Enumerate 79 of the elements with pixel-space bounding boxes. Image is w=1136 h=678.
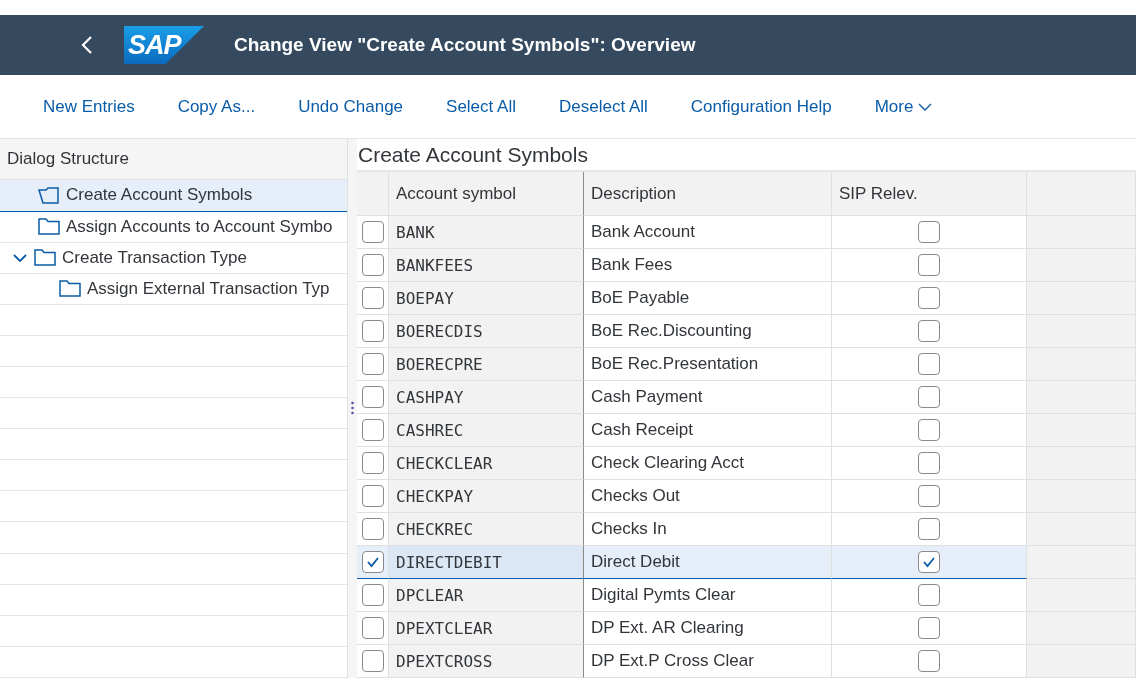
table-cell: Checks Out: [584, 480, 832, 513]
toolbar-button[interactable]: Configuration Help: [690, 96, 832, 117]
checkbox[interactable]: [918, 650, 940, 672]
checkbox[interactable]: [918, 518, 940, 540]
checkbox[interactable]: [918, 452, 940, 474]
logo: SAP: [124, 26, 204, 64]
row-selector-checkbox[interactable]: [361, 650, 384, 672]
table-cell: BoE Rec.Presentation: [584, 348, 832, 381]
more-button[interactable]: More: [874, 96, 933, 117]
row-selector-checkbox[interactable]: [361, 584, 384, 606]
row-selector-checkbox[interactable]: [361, 452, 384, 474]
table-cell: Bank Account: [584, 216, 832, 249]
table-cell: CHECKCLEAR: [389, 447, 584, 480]
column-header: Account symbol: [389, 172, 584, 216]
row-selector-checkbox[interactable]: [361, 617, 384, 639]
table-cell: BANK: [389, 216, 584, 249]
checkbox[interactable]: [918, 419, 940, 441]
checkbox[interactable]: [918, 551, 940, 573]
checkbox[interactable]: [918, 386, 940, 408]
table-cell: Cash Payment: [584, 381, 832, 414]
row-selector-checkbox[interactable]: [361, 551, 384, 573]
table-cell: BoE Payable: [584, 282, 832, 315]
chevron-down-icon: [918, 102, 933, 111]
row-selector-checkbox[interactable]: [361, 287, 384, 309]
checkbox[interactable]: [918, 353, 940, 375]
row-selector-checkbox[interactable]: [361, 320, 384, 342]
toolbar-button[interactable]: Select All: [446, 96, 516, 117]
table-cell: BANKFEES: [389, 249, 584, 282]
table-cell: Cash Receipt: [584, 414, 832, 447]
panel-title: Dialog Structure: [0, 139, 347, 181]
table-cell: DP Ext. AR Clearing: [584, 612, 832, 645]
row-selector-checkbox[interactable]: [361, 485, 384, 507]
toolbar-button[interactable]: Undo Change: [298, 96, 404, 117]
table-cell: CHECKREC: [389, 513, 584, 546]
checkbox[interactable]: [918, 221, 940, 243]
checkbox[interactable]: [918, 320, 940, 342]
checkbox[interactable]: [918, 254, 940, 276]
table-cell: Check Clearing Acct: [584, 447, 832, 480]
grip-icon: [351, 400, 354, 417]
checkmark-icon: [922, 555, 936, 569]
checkbox[interactable]: [918, 584, 940, 606]
table-cell: CHECKPAY: [389, 480, 584, 513]
toolbar-button[interactable]: Copy As...: [177, 96, 256, 117]
table-cell: BOERECPRE: [389, 348, 584, 381]
chevron-down-icon[interactable]: [12, 252, 28, 263]
page-title: Change View "Create Account Symbols": Overview: [234, 34, 696, 56]
toolbar-button[interactable]: Deselect All: [559, 96, 648, 117]
table-cell: Direct Debit: [584, 546, 832, 579]
table-cell: Bank Fees: [584, 249, 832, 282]
row-selector-checkbox[interactable]: [361, 386, 384, 408]
toolbar-button[interactable]: New Entries: [43, 96, 135, 117]
table-cell: DP Ext.P Cross Clear: [584, 645, 832, 678]
checkbox[interactable]: [918, 617, 940, 639]
table-cell: Digital Pymts Clear: [584, 579, 832, 612]
row-selector-checkbox[interactable]: [361, 221, 384, 243]
open-folder-icon: [38, 187, 60, 204]
table-cell: DPEXTCROSS: [389, 645, 584, 678]
table-cell: BoE Rec.Discounting: [584, 315, 832, 348]
column-header: Description: [584, 172, 832, 216]
column-header: SIP Relev.: [832, 172, 1027, 216]
table-cell: BOEPAY: [389, 282, 584, 315]
row-selector-checkbox[interactable]: [361, 353, 384, 375]
table-cell: DPEXTCLEAR: [389, 612, 584, 645]
table-cell: DIRECTDEBIT: [389, 546, 584, 579]
checkbox[interactable]: [918, 287, 940, 309]
row-selector-checkbox[interactable]: [361, 419, 384, 441]
folder-icon: [38, 218, 60, 236]
table-cell: BOERECDIS: [389, 315, 584, 348]
checkbox[interactable]: [918, 485, 940, 507]
folder-icon: [59, 280, 81, 298]
checkmark-icon: [365, 555, 380, 569]
folder-icon: [34, 249, 56, 267]
table-cell: CASHPAY: [389, 381, 584, 414]
table-cell: Checks In: [584, 513, 832, 546]
tree-item[interactable]: Create Account Symbols: [0, 180, 347, 212]
table-cell: DPCLEAR: [389, 579, 584, 612]
row-selector-checkbox[interactable]: [361, 518, 384, 540]
row-selector-checkbox[interactable]: [361, 254, 384, 276]
table-cell: CASHREC: [389, 414, 584, 447]
